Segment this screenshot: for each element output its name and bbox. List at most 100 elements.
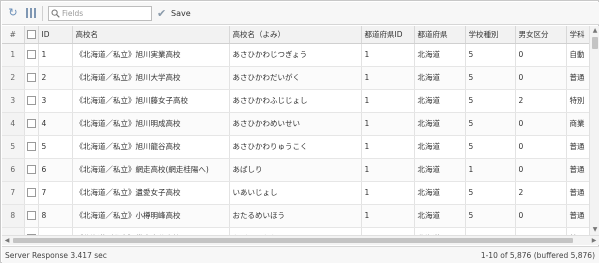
header-course[interactable]: 学科 (566, 26, 589, 44)
cell-school-kana[interactable]: あさひかわだいがく (229, 66, 362, 90)
cell-school-name[interactable]: 《北海道／私立》帯広大谷高校 (72, 227, 230, 235)
cell-pref-id[interactable]: 1 (361, 227, 415, 235)
row-checkbox[interactable] (26, 142, 36, 152)
cell-pref-id[interactable]: 1 (361, 158, 415, 182)
refresh-icon[interactable]: ↻ (7, 7, 19, 19)
cell-gender[interactable]: 2 (515, 89, 567, 113)
cell-course[interactable]: 自動 (566, 43, 589, 67)
row-select-cell[interactable] (24, 66, 39, 90)
row-select-cell[interactable] (24, 112, 39, 136)
cell-school-kana[interactable]: いあいじょし (229, 181, 362, 205)
cell-pref[interactable]: 北海道 (414, 66, 466, 90)
header-school-kana[interactable]: 高校名（よみ） (229, 26, 362, 44)
row-select-cell[interactable] (24, 204, 39, 228)
header-id[interactable]: ID (38, 26, 73, 44)
cell-pref-id[interactable]: 1 (361, 66, 415, 90)
row-checkbox[interactable] (26, 119, 36, 129)
cell-school-type[interactable]: 5 (465, 43, 516, 67)
table-row[interactable]: 99《北海道／私立》帯広大谷高校おびひろおおたに1北海道50普通 (2, 227, 589, 235)
cell-pref[interactable]: 北海道 (414, 43, 466, 67)
cell-pref[interactable]: 北海道 (414, 89, 466, 113)
cell-school-name[interactable]: 《北海道／私立》遺愛女子高校 (72, 181, 230, 205)
scroll-right-icon[interactable]: ▶ (589, 236, 599, 245)
table-row[interactable]: 2 2 《北海道／私立》旭川大学高校 あさひかわだいがく 1 北海道 5 0 普通 (2, 66, 589, 90)
header-pref[interactable]: 都道府県 (414, 26, 466, 44)
columns-icon[interactable] (25, 7, 37, 19)
cell-gender[interactable]: 0 (515, 43, 567, 67)
cell-course[interactable]: 商業 (566, 112, 589, 136)
scroll-up-icon[interactable]: ▲ (590, 26, 599, 36)
cell-id[interactable]: 1 (38, 43, 73, 67)
cell-id[interactable]: 2 (38, 66, 73, 90)
cell-gender[interactable]: 0 (515, 204, 567, 228)
table-row[interactable]: 4 4 《北海道／私立》旭川明成高校 あさひかわめいせい 1 北海道 5 0 商業 (2, 112, 589, 136)
cell-gender[interactable]: 0 (515, 158, 567, 182)
cell-course[interactable]: 普通 (566, 66, 589, 90)
table-row[interactable]: 1 1 《北海道／私立》旭川実業高校 あさひかわじつぎょう 1 北海道 5 0 自動 (2, 43, 589, 67)
cell-school-type[interactable]: 5 (465, 181, 516, 205)
cell-school-name[interactable]: 《北海道／私立》網走高校(網走桂陽へ) (72, 158, 230, 182)
row-select-cell[interactable] (24, 181, 39, 205)
row-select-cell[interactable] (24, 43, 39, 67)
header-gender[interactable]: 男女区分 (515, 26, 567, 44)
cell-school-kana[interactable]: おたるめいほう (229, 204, 362, 228)
select-all-checkbox[interactable] (26, 30, 36, 39)
cell-course[interactable]: 普通 (566, 135, 589, 159)
table-row[interactable]: 5 5 《北海道／私立》旭川龍谷高校 あさひかわりゅうこく 1 北海道 5 0 普通 (2, 135, 589, 159)
table-row[interactable]: 8 8 《北海道／私立》小樽明峰高校 おたるめいほう 1 北海道 5 0 普通 (2, 204, 589, 228)
cell-school-type[interactable]: 5 (465, 227, 516, 235)
cell-gender[interactable]: 0 (515, 112, 567, 136)
cell-pref[interactable]: 北海道 (414, 135, 466, 159)
row-checkbox[interactable] (26, 96, 36, 106)
cell-pref[interactable]: 北海道 (414, 227, 466, 235)
cell-school-type[interactable]: 1 (465, 158, 516, 182)
cell-school-kana[interactable]: あさひかわふじじょし (229, 89, 362, 113)
cell-course[interactable]: 普通 (566, 204, 589, 228)
row-select-cell[interactable] (24, 135, 39, 159)
table-row[interactable]: 7 7 《北海道／私立》遺愛女子高校 いあいじょし 1 北海道 5 2 普通 (2, 181, 589, 205)
cell-school-kana[interactable]: あさひかわりゅうこく (229, 135, 362, 159)
cell-school-kana[interactable]: あばしり (229, 158, 362, 182)
save-button[interactable]: ✔ Save (157, 6, 191, 21)
row-select-cell[interactable] (24, 158, 39, 182)
cell-school-type[interactable]: 5 (465, 135, 516, 159)
scroll-left-icon[interactable]: ◀ (2, 236, 12, 245)
cell-pref[interactable]: 北海道 (414, 204, 466, 228)
cell-id[interactable]: 5 (38, 135, 73, 159)
cell-id[interactable]: 8 (38, 204, 73, 228)
cell-id[interactable]: 7 (38, 181, 73, 205)
cell-pref-id[interactable]: 1 (361, 89, 415, 113)
header-pref-id[interactable]: 都道府県ID (361, 26, 415, 44)
cell-school-name[interactable]: 《北海道／私立》旭川明成高校 (72, 112, 230, 136)
row-checkbox[interactable] (26, 165, 36, 175)
cell-school-type[interactable]: 5 (465, 66, 516, 90)
row-checkbox[interactable] (26, 211, 36, 221)
cell-pref-id[interactable]: 1 (361, 135, 415, 159)
cell-pref-id[interactable]: 1 (361, 43, 415, 67)
horizontal-scroll-thumb[interactable] (13, 238, 573, 243)
row-select-cell[interactable] (24, 227, 39, 235)
cell-school-kana[interactable]: あさひかわじつぎょう (229, 43, 362, 67)
cell-course[interactable]: 普通 (566, 158, 589, 182)
header-select-all[interactable] (24, 26, 39, 44)
cell-id[interactable]: 3 (38, 89, 73, 113)
table-row[interactable]: 6 6 《北海道／私立》網走高校(網走桂陽へ) あばしり 1 北海道 1 0 普通 (2, 158, 589, 182)
row-checkbox[interactable] (26, 50, 36, 60)
cell-school-name[interactable]: 《北海道／私立》旭川大学高校 (72, 66, 230, 90)
cell-gender[interactable]: 0 (515, 135, 567, 159)
cell-school-kana[interactable]: おびひろおおたに (229, 227, 362, 235)
cell-pref-id[interactable]: 1 (361, 204, 415, 228)
table-row[interactable]: 3 3 《北海道／私立》旭川藤女子高校 あさひかわふじじょし 1 北海道 5 2 特別 (2, 89, 589, 113)
row-checkbox[interactable] (26, 73, 36, 83)
header-school-type[interactable]: 学校種別 (465, 26, 516, 44)
cell-gender[interactable]: 2 (515, 181, 567, 205)
horizontal-scrollbar[interactable]: ◀ ▶ (2, 235, 599, 245)
row-select-cell[interactable] (24, 89, 39, 113)
cell-school-type[interactable]: 5 (465, 112, 516, 136)
cell-pref[interactable]: 北海道 (414, 181, 466, 205)
cell-school-name[interactable]: 《北海道／私立》小樽明峰高校 (72, 204, 230, 228)
cell-course[interactable]: 特別 (566, 89, 589, 113)
cell-school-type[interactable]: 5 (465, 204, 516, 228)
cell-school-kana[interactable]: あさひかわめいせい (229, 112, 362, 136)
search-box[interactable] (48, 6, 152, 21)
